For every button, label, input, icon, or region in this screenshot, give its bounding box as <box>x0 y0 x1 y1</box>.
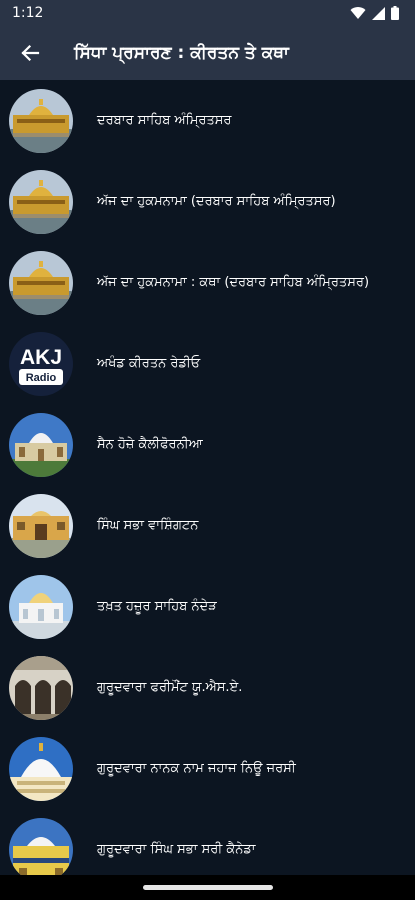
list-item[interactable]: ਅੱਜ ਦਾ ਹੁਕਮਨਾਮਾ : ਕਥਾ (ਦਰਬਾਰ ਸਾਹਿਬ ਅੰਮ੍ਰ… <box>0 242 415 323</box>
station-label: ਸਿੰਘ ਸਭਾ ਵਾਸ਼ਿੰਗਟਨ <box>97 518 199 533</box>
back-button[interactable] <box>2 26 58 80</box>
navigation-bar <box>0 875 415 900</box>
station-label: ਗੁਰੂਦਵਾਰਾ ਫਰੀਮੌਂਟ ਯੂ.ਐਸ.ਏ. <box>97 680 243 695</box>
list-item[interactable]: ਸਿੰਘ ਸਭਾ ਵਾਸ਼ਿੰਗਟਨ <box>0 485 415 566</box>
station-label: ਦਰਬਾਰ ਸਾਹਿਬ ਅੰਮ੍ਰਿਤਸਰ <box>97 113 232 128</box>
list-item[interactable]: ਗੁਰੂਦਵਾਰਾ ਨਾਨਕ ਨਾਮ ਜਹਾਜ ਨਿਊ ਜਰਸੀ <box>0 728 415 809</box>
cellular-signal-icon <box>372 6 385 20</box>
station-label: ਅਖੰਡ ਕੀਰਤਨ ਰੇਡੀਓ <box>97 356 201 371</box>
station-label: ਸੈਨ ਹੋਜ਼ੇ ਕੈਲੀਫੋਰਨੀਆ <box>97 437 203 452</box>
station-list[interactable]: ਦਰਬਾਰ ਸਾਹਿਬ ਅੰਮ੍ਰਿਤਸਰ ਅੱਜ ਦਾ ਹੁਕਮਨਾਮਾ (ਦ… <box>0 80 415 875</box>
station-thumbnail <box>9 169 73 234</box>
station-thumbnail <box>9 736 73 801</box>
list-item[interactable]: ਤਖ਼ਤ ਹਜ਼ੂਰ ਸਾਹਿਬ ਨੰਦੇੜ <box>0 566 415 647</box>
app-bar: ਸਿੱਧਾ ਪ੍ਰਸਾਰਣ : ਕੀਰਤਨ ਤੇ ਕਥਾ <box>0 26 415 80</box>
station-label: ਤਖ਼ਤ ਹਜ਼ੂਰ ਸਾਹਿਬ ਨੰਦੇੜ <box>97 599 217 614</box>
arrow-left-icon <box>21 44 40 62</box>
station-thumbnail <box>9 574 73 639</box>
list-item[interactable]: ਗੁਰੂਦਵਾਰਾ ਫਰੀਮੌਂਟ ਯੂ.ਐਸ.ਏ. <box>0 647 415 728</box>
station-thumbnail <box>9 250 73 315</box>
logo-badge: Radio <box>26 372 57 384</box>
station-thumbnail <box>9 493 73 558</box>
station-label: ਗੁਰੂਦਵਾਰਾ ਨਾਨਕ ਨਾਮ ਜਹਾਜ ਨਿਊ ਜਰਸੀ <box>97 761 296 776</box>
list-item[interactable]: ਗੁਰੂਦਵਾਰਾ ਸਿੰਘ ਸਭਾ ਸਰੀ ਕੈਨੇਡਾ <box>0 809 415 875</box>
wifi-icon <box>350 7 366 20</box>
page-title: ਸਿੱਧਾ ਪ੍ਰਸਾਰਣ : ਕੀਰਤਨ ਤੇ ਕਥਾ <box>74 43 289 63</box>
station-thumbnail <box>9 817 73 875</box>
list-item[interactable]: ਅੱਜ ਦਾ ਹੁਕਮਨਾਮਾ (ਦਰਬਾਰ ਸਾਹਿਬ ਅੰਮ੍ਰਿਤਸਰ) <box>0 161 415 242</box>
station-thumbnail <box>9 655 73 720</box>
status-icons <box>350 6 399 20</box>
list-item[interactable]: AKJ Radio ਅਖੰਡ ਕੀਰਤਨ ਰੇਡੀਓ <box>0 323 415 404</box>
station-label: ਅੱਜ ਦਾ ਹੁਕਮਨਾਮਾ (ਦਰਬਾਰ ਸਾਹਿਬ ਅੰਮ੍ਰਿਤਸਰ) <box>97 194 336 209</box>
logo-text: AKJ <box>20 346 62 369</box>
list-item[interactable]: ਸੈਨ ਹੋਜ਼ੇ ਕੈਲੀਫੋਰਨੀਆ <box>0 404 415 485</box>
station-label: ਅੱਜ ਦਾ ਹੁਕਮਨਾਮਾ : ਕਥਾ (ਦਰਬਾਰ ਸਾਹਿਬ ਅੰਮ੍ਰ… <box>97 275 370 290</box>
status-time: 1:12 <box>12 5 44 21</box>
list-item[interactable]: ਦਰਬਾਰ ਸਾਹਿਬ ਅੰਮ੍ਰਿਤਸਰ <box>0 80 415 161</box>
station-label: ਗੁਰੂਦਵਾਰਾ ਸਿੰਘ ਸਭਾ ਸਰੀ ਕੈਨੇਡਾ <box>97 842 256 857</box>
status-bar: 1:12 <box>0 0 415 26</box>
akj-radio-logo: AKJ Radio <box>9 331 73 396</box>
battery-icon <box>391 6 399 20</box>
station-thumbnail <box>9 88 73 153</box>
home-indicator[interactable] <box>142 885 273 890</box>
station-thumbnail <box>9 412 73 477</box>
